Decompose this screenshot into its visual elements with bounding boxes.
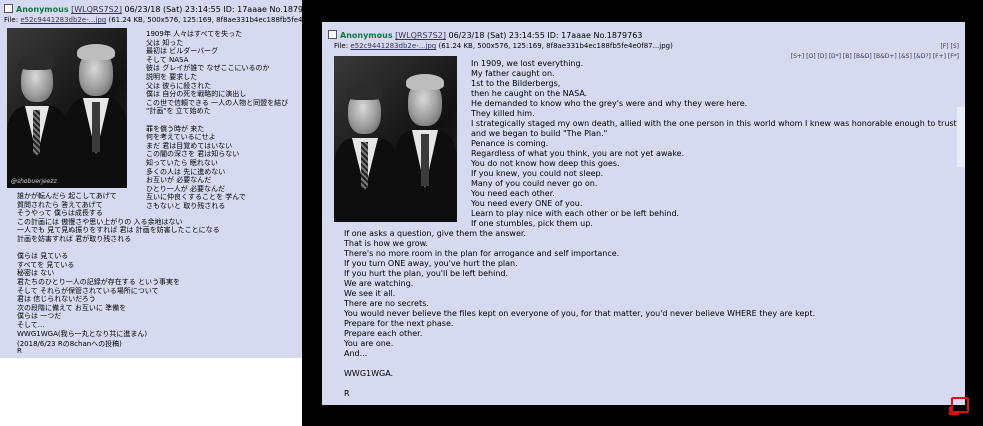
screen-capture: Anonymous [WLQRS7S2] 06/23/18 (Sat) 23:1…	[302, 0, 983, 426]
post-line: You need every ONE of you.	[471, 199, 583, 208]
post-body: In 1909, we lost everything. My father ca…	[344, 59, 959, 399]
post-line: You do not know how deep this goes.	[471, 159, 620, 168]
checkbox-icon[interactable]	[4, 4, 13, 13]
image-watermark: @shobuerjeezz	[11, 178, 57, 185]
post-line: We see it all.	[344, 289, 396, 298]
post-line: My father caught on.	[471, 69, 555, 78]
fullscreen-icon[interactable]	[949, 397, 969, 415]
post-line: R	[344, 389, 350, 398]
post-line: If one asks a question, give them the an…	[344, 229, 526, 238]
post-line: and we began to build "The Plan."	[471, 129, 608, 138]
post-line: You are one.	[344, 339, 394, 348]
post-line: If you turn ONE away, you've hurt the pl…	[344, 259, 518, 268]
post-line: He demanded to know who the grey's were …	[471, 99, 748, 108]
file-link[interactable]: e52c9441283db2e-...jpg	[350, 42, 436, 50]
poster-name: Anonymous	[16, 5, 69, 14]
post-line: 1st to the Bilderbergs,	[471, 79, 561, 88]
post-meta: 06/23/18 (Sat) 23:14:55 ID: 17aaae No.18…	[124, 5, 303, 14]
post-header: Anonymous [WLQRS7S2] 06/23/18 (Sat) 23:1…	[4, 4, 302, 15]
jp-text-right: 1909年 人々はすべてを失った 父は 知った 最初は ビルダーバーグ そして …	[146, 30, 289, 210]
post-meta: 06/23/18 (Sat) 23:14:55 ID: 17aaae No.18…	[448, 31, 643, 40]
post-line: That is how we grow.	[344, 239, 428, 248]
file-link[interactable]: e52c9441283db2e-...jpg	[20, 16, 106, 24]
file-prefix: File:	[334, 42, 349, 50]
post-line: You would never believe the files kept o…	[344, 309, 816, 318]
post-image[interactable]: @shobuerjeezz	[7, 28, 127, 188]
poster-name: Anonymous	[340, 31, 393, 40]
post-line: I strategically staged my own death, all…	[471, 119, 960, 128]
post-line: We are watching.	[344, 279, 414, 288]
poster-id-tag[interactable]: [WLQRS7S2]	[395, 31, 446, 40]
poster-id-tag[interactable]: [WLQRS7S2]	[71, 5, 122, 14]
post-line: Prepare each other.	[344, 329, 423, 338]
post-line: Many of you could never go on.	[471, 179, 598, 188]
post-line: If you knew, you could not sleep.	[471, 169, 604, 178]
post-header: Anonymous [WLQRS7S2] 06/23/18 (Sat) 23:1…	[328, 30, 642, 41]
nav-links-top[interactable]: [F] [S]	[940, 43, 959, 50]
scrollbar-overlay	[957, 107, 965, 167]
right-post: Anonymous [WLQRS7S2] 06/23/18 (Sat) 23:1…	[322, 22, 965, 405]
post-line: Penance is coming.	[471, 139, 549, 148]
post-line	[344, 359, 959, 369]
post-line: And...	[344, 349, 368, 358]
file-line: File: e52c9441283db2e-...jpg (61.24 KB, …	[4, 16, 302, 25]
post-line: They killed him.	[471, 109, 535, 118]
post-line: There are no secrets.	[344, 299, 429, 308]
file-info: (61.24 KB, 500x576, 125:169, 8f8ae331b4e…	[438, 42, 673, 50]
file-prefix: File:	[4, 16, 19, 24]
post-line: then he caught on the NASA.	[471, 89, 588, 98]
post-line: There's no more room in the plan for arr…	[344, 249, 620, 258]
checkbox-icon[interactable]	[328, 30, 337, 39]
jp-footer: (2018/6/23 Rの8chanへの投稿)	[17, 340, 122, 348]
post-line	[344, 379, 959, 389]
post-line: WWG1WGA.	[344, 369, 394, 378]
left-post: Anonymous [WLQRS7S2] 06/23/18 (Sat) 23:1…	[0, 0, 302, 358]
post-line: If one stumbles, pick them up.	[471, 219, 593, 228]
post-line: You need each other.	[471, 189, 555, 198]
post-line: If you hurt the plan, you'll be left beh…	[344, 269, 509, 278]
post-line: Regardless of what you think, you are no…	[471, 149, 685, 158]
post-line: Prepare for the next phase.	[344, 319, 454, 328]
post-line: In 1909, we lost everything.	[471, 59, 584, 68]
jp-text-below: 誰かが転んだら 起こしてあげて 質問されたら 答えてあげて そうやって 僕らは成…	[17, 192, 220, 355]
post-line: Learn to play nice with each other or be…	[471, 209, 680, 218]
file-line: File: e52c9441283db2e-...jpg (61.24 KB, …	[334, 42, 673, 51]
file-info: (61.24 KB, 500x576, 125:169, 8f8ae331b4e…	[108, 16, 302, 24]
